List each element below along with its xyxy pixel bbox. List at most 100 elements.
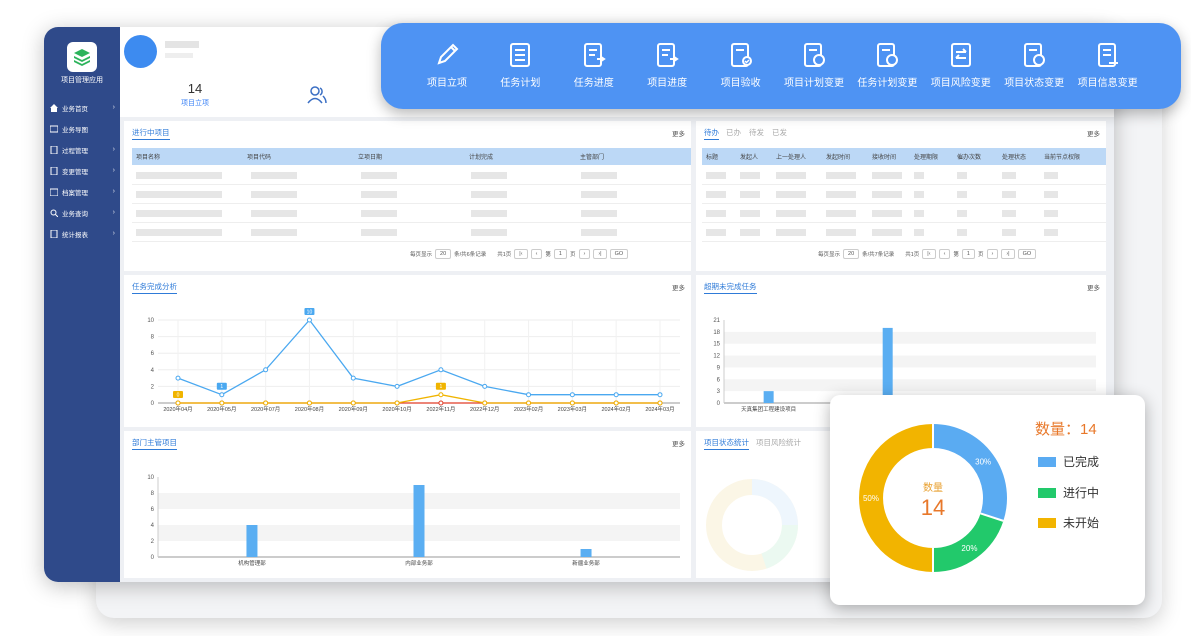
sidebar-item-archive[interactable]: 档案管理 › bbox=[44, 181, 120, 202]
table-row[interactable] bbox=[702, 223, 1106, 242]
sidebar-item-change[interactable]: 变更管理 › bbox=[44, 160, 120, 181]
x-tick-label: 新疆业务部 bbox=[572, 559, 600, 567]
next-page-button[interactable]: › bbox=[578, 249, 591, 259]
table-row[interactable] bbox=[702, 166, 1106, 185]
table-row[interactable] bbox=[702, 185, 1106, 204]
col-header: 计划完成 bbox=[469, 155, 494, 161]
quick-action-3[interactable]: 任务进度 bbox=[557, 41, 631, 89]
data-point bbox=[438, 392, 444, 398]
slice-label: 30% bbox=[975, 458, 991, 467]
data-point bbox=[657, 392, 663, 398]
quick-action-5[interactable]: 项目验收 bbox=[704, 41, 778, 89]
quick-action-9[interactable]: 项目状态变更 bbox=[997, 41, 1071, 89]
legend-label: 进行中 bbox=[1063, 486, 1100, 500]
prev-page-button[interactable]: ‹ bbox=[530, 249, 543, 259]
quick-action-10[interactable]: 项目信息变更 bbox=[1071, 41, 1145, 89]
sidebar-item-reports[interactable]: 统计报表 › bbox=[44, 223, 120, 244]
donut-slice bbox=[932, 512, 1004, 572]
per-page-select[interactable]: 20 bbox=[435, 249, 452, 259]
y-tick-label: 10 bbox=[147, 475, 154, 481]
quick-action-6[interactable]: 项目计划变更 bbox=[777, 41, 851, 89]
prev-page-button[interactable]: ‹ bbox=[938, 249, 951, 259]
go-button[interactable]: GO bbox=[609, 249, 629, 259]
sidebar-item-label: 变更管理 bbox=[62, 168, 88, 176]
sidebar-item-home[interactable]: 业务首页 › bbox=[44, 97, 120, 118]
first-page-button[interactable]: |‹ bbox=[514, 249, 528, 259]
table-row[interactable] bbox=[702, 204, 1106, 223]
page-input[interactable]: 1 bbox=[961, 249, 975, 259]
edit-doc-icon bbox=[1097, 43, 1118, 67]
per-page-label: 每页显示 bbox=[818, 252, 841, 258]
data-point bbox=[350, 375, 356, 381]
bar bbox=[246, 525, 258, 557]
data-point bbox=[482, 383, 488, 389]
more-link[interactable]: 更多 bbox=[1087, 128, 1100, 138]
quick-action-1[interactable]: 项目立项 bbox=[410, 41, 484, 89]
legend-in-progress[interactable]: 进行中 bbox=[1038, 484, 1099, 501]
y-tick-label: 4 bbox=[151, 368, 155, 374]
last-page-button[interactable]: ›| bbox=[1001, 249, 1015, 259]
tab-sent[interactable]: 已发 bbox=[772, 127, 787, 138]
sidebar-item-query[interactable]: 业务查询 › bbox=[44, 202, 120, 223]
pagination: 每页显示 20 条/共7条记录 共1页 |‹ ‹ 第 1 页 › ›| GO bbox=[818, 249, 1037, 259]
table-row[interactable] bbox=[132, 185, 691, 204]
quick-action-4[interactable]: 项目进度 bbox=[630, 41, 704, 89]
tab-done[interactable]: 已办 bbox=[726, 127, 741, 138]
table-row[interactable] bbox=[132, 166, 691, 185]
x-tick-label: 机构管理部 bbox=[238, 559, 266, 567]
y-tick-label: 0 bbox=[151, 401, 155, 407]
y-tick-label: 0 bbox=[151, 555, 155, 561]
legend-not-started[interactable]: 未开始 bbox=[1038, 514, 1099, 531]
app-name: 项目管理应用 bbox=[61, 77, 103, 84]
y-tick-label: 6 bbox=[717, 377, 721, 383]
quick-action-2[interactable]: 任务计划 bbox=[483, 41, 557, 89]
chevron-right-icon: › bbox=[112, 167, 115, 174]
first-page-button[interactable]: |‹ bbox=[922, 249, 936, 259]
quick-action-8[interactable]: 项目风险变更 bbox=[924, 41, 998, 89]
sidebar: 项目管理应用 业务首页 › 业务导图 过程管理 › 变更管理 › 档案管理 › 业务查询… bbox=[44, 27, 120, 582]
data-point bbox=[263, 400, 269, 406]
y-tick-label: 18 bbox=[713, 330, 720, 336]
last-page-button[interactable]: ›| bbox=[593, 249, 607, 259]
panel-title[interactable]: 进行中项目 bbox=[132, 127, 170, 140]
status-donut-card: 30% 20% 50% 数量 14 数量：14 已完成 进行中 未开始 bbox=[830, 395, 1145, 605]
search-icon bbox=[50, 209, 58, 217]
chevron-right-icon: › bbox=[112, 104, 115, 111]
grid-band bbox=[724, 379, 1096, 392]
data-point bbox=[526, 392, 532, 398]
chevron-right-icon: › bbox=[112, 230, 115, 237]
y-tick-label: 3 bbox=[717, 389, 721, 395]
page-suffix: 页 bbox=[977, 252, 984, 258]
tab-to-send[interactable]: 待发 bbox=[749, 127, 764, 138]
page-suffix: 页 bbox=[569, 252, 576, 258]
center-value: 14 bbox=[921, 495, 945, 520]
legend-label: 未开始 bbox=[1063, 516, 1100, 530]
sidebar-item-process[interactable]: 过程管理 › bbox=[44, 139, 120, 160]
quick-action-label: 项目计划变更 bbox=[784, 78, 844, 89]
avatar[interactable] bbox=[124, 35, 157, 68]
table-row[interactable] bbox=[132, 204, 691, 223]
quick-action-7[interactable]: 任务计划变更 bbox=[850, 41, 924, 89]
col-header: 项目名称 bbox=[136, 155, 161, 161]
go-button[interactable]: GO bbox=[1017, 249, 1037, 259]
per-page-select[interactable]: 20 bbox=[843, 249, 860, 259]
tab-risk-stats[interactable]: 项目风险统计 bbox=[756, 437, 801, 448]
page-input[interactable]: 1 bbox=[553, 249, 567, 259]
next-page-button[interactable]: › bbox=[986, 249, 999, 259]
col-header: 催办次数 bbox=[957, 155, 982, 161]
y-tick-label: 8 bbox=[151, 491, 155, 497]
legend-completed[interactable]: 已完成 bbox=[1038, 453, 1099, 470]
quick-action-label: 任务计划 bbox=[500, 78, 541, 89]
users-icon[interactable] bbox=[306, 85, 328, 105]
quick-action-label: 项目风险变更 bbox=[930, 78, 991, 89]
tab-todo[interactable]: 待办 bbox=[704, 127, 719, 140]
data-point bbox=[306, 400, 312, 406]
y-tick-label: 4 bbox=[151, 523, 155, 529]
page-prefix: 第 bbox=[953, 252, 959, 258]
series-line bbox=[177, 318, 660, 396]
more-link[interactable]: 更多 bbox=[672, 128, 685, 138]
x-tick-label: 2024年03月 bbox=[645, 405, 674, 413]
tab-status-stats[interactable]: 项目状态统计 bbox=[704, 437, 749, 450]
table-row[interactable] bbox=[132, 223, 691, 242]
sidebar-item-map[interactable]: 业务导图 bbox=[44, 118, 120, 139]
